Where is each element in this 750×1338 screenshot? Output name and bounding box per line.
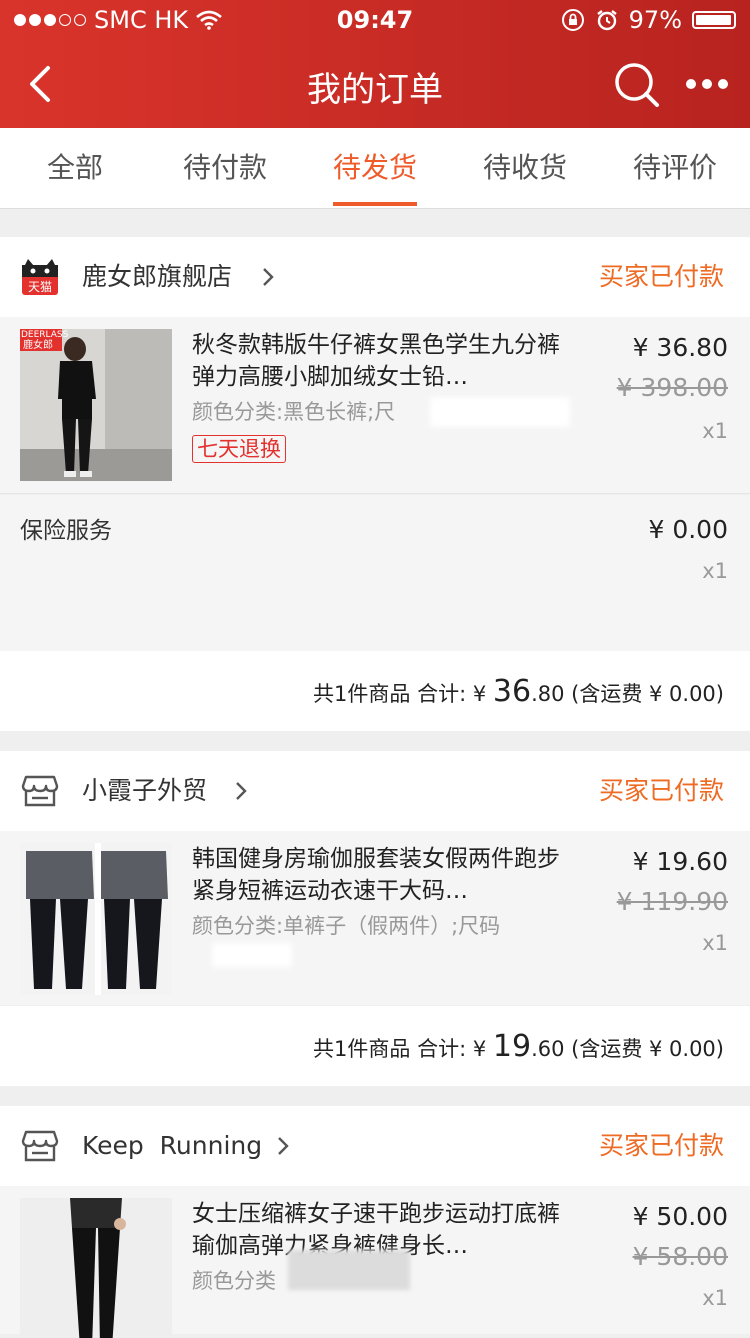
- item-original-price: ¥ 119.90: [616, 887, 728, 916]
- alarm-icon: [596, 10, 617, 31]
- order-item[interactable]: 韩国健身房瑜伽服套装女假两件跑步紧身短裤运动衣速干大码… 颜色分类:单裤子（假两…: [0, 831, 750, 1005]
- battery-icon: [692, 11, 736, 29]
- redacted-blur: [430, 397, 570, 427]
- order-status: 买家已付款: [598, 262, 724, 291]
- product-thumbnail[interactable]: [20, 843, 172, 995]
- tab-all[interactable]: 全部: [0, 128, 150, 208]
- tab-pending-receipt[interactable]: 待收货: [450, 128, 600, 208]
- order-summary: 共1件商品 合计: ¥ 36.80 (含运费 ¥ 0.00): [0, 651, 750, 731]
- item-price: ¥ 19.60: [632, 847, 728, 876]
- chevron-right-icon: [263, 268, 274, 286]
- item-original-price: ¥ 58.00: [632, 1242, 728, 1271]
- order-item[interactable]: DEERLASS 鹿女郎 秋冬款韩版牛仔裤女黑色学生九分裤弹力高腰小脚加绒女士铅…: [0, 317, 750, 493]
- order-status: 买家已付款: [598, 776, 724, 805]
- product-thumbnail[interactable]: [20, 1198, 172, 1338]
- tmall-icon: 天猫: [22, 259, 58, 295]
- shop-name[interactable]: 鹿女郎旗舰店: [82, 237, 232, 317]
- item-original-price: ¥ 398.00: [616, 373, 728, 402]
- product-title[interactable]: 秋冬款韩版牛仔裤女黑色学生九分裤弹力高腰小脚加绒女士铅…: [192, 329, 572, 393]
- tab-pending-payment[interactable]: 待付款: [150, 128, 300, 208]
- chevron-right-icon: [236, 782, 247, 800]
- product-sku: 颜色分类:单裤子（假两件）;尺码: [192, 914, 501, 938]
- insurance-service[interactable]: 保险服务 ¥ 0.00 x1: [0, 495, 750, 651]
- svg-text:天猫: 天猫: [28, 280, 52, 294]
- return-policy-badge: 七天退换: [192, 435, 286, 463]
- status-bar: SMC HK 09:47 97%: [0, 0, 750, 40]
- thumb-brand-cn: 鹿女郎: [23, 340, 53, 351]
- store-icon: [21, 1130, 59, 1162]
- item-price: ¥ 50.00: [632, 1202, 728, 1231]
- total-amount: 19: [492, 1029, 532, 1064]
- orientation-lock-icon: [561, 9, 584, 31]
- navigation-bar: 我的订单: [0, 40, 750, 128]
- more-options-icon[interactable]: [684, 70, 730, 98]
- shop-header[interactable]: Keep Running 买家已付款: [0, 1106, 750, 1186]
- tab-pending-review[interactable]: 待评价: [600, 128, 750, 208]
- order-summary: 共1件商品 合计: ¥ 19.60 (含运费 ¥ 0.00): [0, 1006, 750, 1086]
- tab-pending-shipment[interactable]: 待发货: [300, 128, 450, 208]
- insurance-price: ¥ 0.00: [648, 515, 728, 544]
- total-amount: 36: [492, 674, 532, 709]
- order-status: 买家已付款: [598, 1131, 724, 1160]
- order-tabs: 全部 待付款 待发货 待收货 待评价: [0, 128, 750, 209]
- redacted-blur: [288, 1250, 410, 1290]
- item-quantity: x1: [702, 419, 728, 443]
- battery-percent: 97%: [628, 6, 682, 34]
- shop-name[interactable]: Keep Running: [82, 1106, 262, 1186]
- product-thumbnail[interactable]: DEERLASS 鹿女郎: [20, 329, 172, 481]
- product-title[interactable]: 韩国健身房瑜伽服套装女假两件跑步紧身短裤运动衣速干大码…: [192, 843, 572, 907]
- store-icon: [21, 775, 59, 807]
- shop-header[interactable]: 小霞子外贸 买家已付款: [0, 751, 750, 831]
- order-item[interactable]: 女士压缩裤女子速干跑步运动打底裤瑜伽高弹力紧身裤健身长… 颜色分类 ¥ 50.0…: [0, 1186, 750, 1338]
- redacted-blur: [212, 943, 292, 967]
- insurance-quantity: x1: [702, 559, 728, 583]
- shop-header[interactable]: 天猫 鹿女郎旗舰店 买家已付款: [0, 237, 750, 317]
- chevron-right-icon: [278, 1137, 289, 1155]
- item-quantity: x1: [702, 931, 728, 955]
- item-price: ¥ 36.80: [632, 333, 728, 362]
- insurance-label: 保险服务: [20, 518, 112, 544]
- thumb-brand: DEERLASS: [21, 330, 69, 340]
- search-icon[interactable]: [612, 60, 662, 110]
- item-quantity: x1: [702, 1286, 728, 1310]
- shop-name[interactable]: 小霞子外贸: [82, 751, 207, 831]
